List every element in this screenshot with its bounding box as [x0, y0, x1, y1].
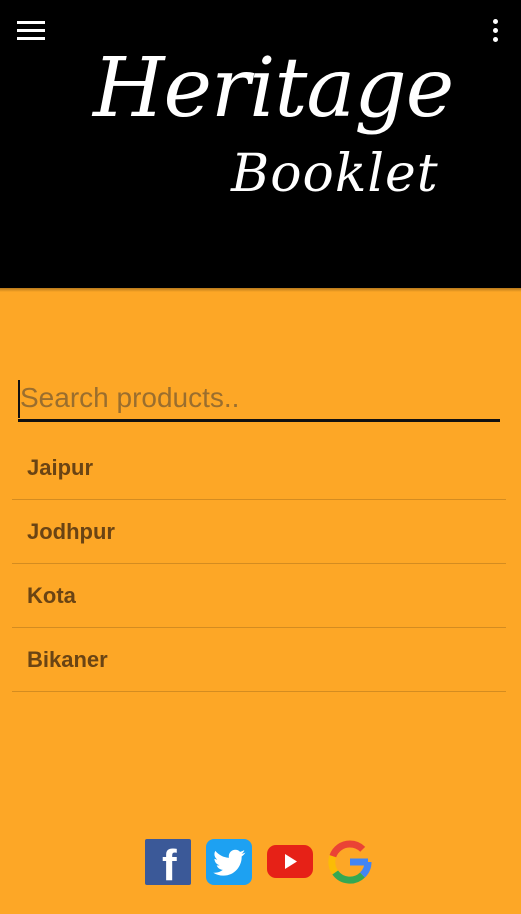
list-item-bikaner[interactable]: Bikaner [12, 628, 506, 692]
logo-subtitle: Booklet [231, 144, 439, 204]
list-item-label: Bikaner [27, 647, 108, 672]
list-item-label: Jaipur [27, 455, 94, 480]
list-item-kota[interactable]: Kota [12, 564, 506, 628]
menu-button[interactable] [10, 14, 52, 48]
twitter-button[interactable] [206, 839, 252, 885]
search-field [18, 376, 500, 426]
google-icon [328, 840, 372, 884]
heritage-booklet-logo: Heritage Booklet [85, 48, 454, 223]
facebook-icon: f [162, 841, 177, 890]
facebook-button[interactable]: f [145, 839, 191, 890]
text-cursor [18, 380, 20, 418]
list-item-jaipur[interactable]: Jaipur [12, 436, 506, 500]
logo-title: Heritage [93, 41, 454, 136]
more-vertical-icon [493, 19, 498, 24]
google-button[interactable] [328, 840, 372, 884]
header-shadow [0, 288, 521, 292]
social-links: f [0, 838, 521, 890]
city-list: Jaipur Jodhpur Kota Bikaner [12, 436, 506, 692]
youtube-button[interactable] [266, 844, 314, 879]
search-input[interactable] [18, 376, 500, 422]
overflow-menu-button[interactable] [482, 14, 510, 48]
youtube-icon [267, 845, 313, 878]
list-item-label: Jodhpur [27, 519, 115, 544]
list-item-label: Kota [27, 583, 76, 608]
hamburger-menu-icon [17, 21, 45, 24]
list-item-jodhpur[interactable]: Jodhpur [12, 500, 506, 564]
twitter-icon [213, 849, 246, 876]
app-header: Heritage Booklet [0, 0, 521, 288]
